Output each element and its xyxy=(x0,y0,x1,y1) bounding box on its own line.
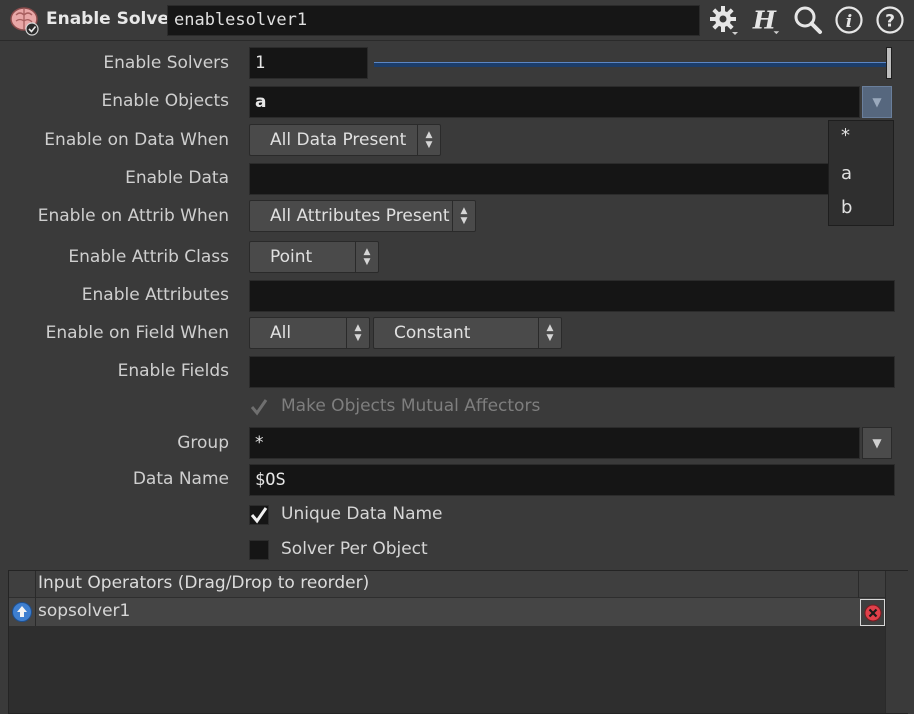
dropdown-option[interactable]: b xyxy=(841,197,852,218)
remove-icon xyxy=(864,604,881,621)
enable-on-data-when-label: Enable on Data When xyxy=(44,130,229,150)
search-icon[interactable] xyxy=(792,4,824,36)
enable-attributes-field[interactable] xyxy=(249,280,895,312)
solver-per-object-checkbox[interactable] xyxy=(249,540,269,560)
dropdown-option[interactable]: a xyxy=(841,163,852,184)
input-operators-scroll-area[interactable] xyxy=(885,571,908,713)
enable-objects-field[interactable]: a xyxy=(249,86,860,118)
input-operator-name: sopsolver1 xyxy=(38,601,131,621)
enable-objects-dropdown-button[interactable]: ▼ xyxy=(862,86,892,118)
group-field[interactable]: * xyxy=(249,427,860,459)
field-constant-menu[interactable]: Constant ▲ ▼ xyxy=(373,317,562,349)
data-name-field[interactable]: $OS xyxy=(249,464,895,496)
enable-data-field[interactable] xyxy=(249,163,829,195)
enable-on-data-when-menu[interactable]: All Data Present ▲ ▼ xyxy=(249,124,441,156)
updown-arrows-icon: ▲ ▼ xyxy=(538,318,561,348)
dropdown-option[interactable]: * xyxy=(841,125,850,146)
svg-text:?: ? xyxy=(885,12,895,32)
enable-attrib-class-value: Point xyxy=(270,247,313,267)
enable-on-attrib-when-label: Enable on Attrib When xyxy=(37,206,229,226)
svg-text:i: i xyxy=(846,12,852,32)
remove-input-button[interactable] xyxy=(860,599,885,626)
enable-on-field-when-menu[interactable]: All ▲ ▼ xyxy=(249,317,370,349)
group-dropdown-button[interactable]: ▼ xyxy=(862,427,892,459)
field-constant-value: Constant xyxy=(394,323,471,343)
enable-fields-field[interactable] xyxy=(249,356,895,388)
updown-arrows-icon: ▲ ▼ xyxy=(452,201,475,231)
enable-on-attrib-when-menu[interactable]: All Attributes Present ▲ ▼ xyxy=(249,200,476,232)
enable-on-data-when-value: All Data Present xyxy=(270,130,407,150)
enable-on-field-when-value: All xyxy=(270,323,292,343)
enable-attrib-class-label: Enable Attrib Class xyxy=(68,247,229,267)
table-row[interactable] xyxy=(9,598,885,626)
mutual-affectors-checkbox[interactable] xyxy=(249,397,269,417)
enable-solvers-slider-handle[interactable] xyxy=(886,47,892,79)
unique-data-name-label: Unique Data Name xyxy=(281,504,443,524)
column-divider xyxy=(35,598,36,626)
enable-attributes-label: Enable Attributes xyxy=(81,285,229,305)
enable-on-field-when-label: Enable on Field When xyxy=(45,323,229,343)
brain-node-icon[interactable] xyxy=(8,5,40,37)
solver-per-object-label: Solver Per Object xyxy=(281,539,428,559)
unique-data-name-checkbox[interactable] xyxy=(249,505,269,525)
help-icon[interactable]: ? xyxy=(874,4,906,36)
node-name-field[interactable]: enablesolver1 xyxy=(167,5,700,36)
enable-attrib-class-menu[interactable]: Point ▲ ▼ xyxy=(249,241,379,273)
enable-on-attrib-when-value: All Attributes Present xyxy=(270,206,450,226)
svg-text:H: H xyxy=(752,5,777,34)
group-label: Group xyxy=(177,433,229,453)
updown-arrows-icon: ▲ ▼ xyxy=(346,318,369,348)
enable-fields-label: Enable Fields xyxy=(117,361,229,381)
updown-arrows-icon: ▲ ▼ xyxy=(417,125,440,155)
move-up-icon[interactable] xyxy=(11,601,33,623)
enable-solvers-field[interactable]: 1 xyxy=(249,47,368,79)
enable-objects-label: Enable Objects xyxy=(101,91,229,111)
input-operators-header: Input Operators (Drag/Drop to reorder) xyxy=(38,573,370,593)
enable-solvers-label: Enable Solvers xyxy=(103,53,229,73)
info-icon[interactable]: i xyxy=(833,4,865,36)
gear-icon[interactable] xyxy=(708,4,740,36)
data-name-label: Data Name xyxy=(132,469,229,489)
enable-data-label: Enable Data xyxy=(125,168,229,188)
node-type-label: Enable Solver xyxy=(46,9,178,29)
updown-arrows-icon: ▲ ▼ xyxy=(355,242,378,272)
mutual-affectors-label: Make Objects Mutual Affectors xyxy=(281,396,541,416)
enable-solvers-slider-track[interactable] xyxy=(374,62,888,67)
houdini-help-h-icon[interactable]: H xyxy=(750,4,782,36)
enable-objects-dropdown-menu: * a b xyxy=(828,120,894,226)
